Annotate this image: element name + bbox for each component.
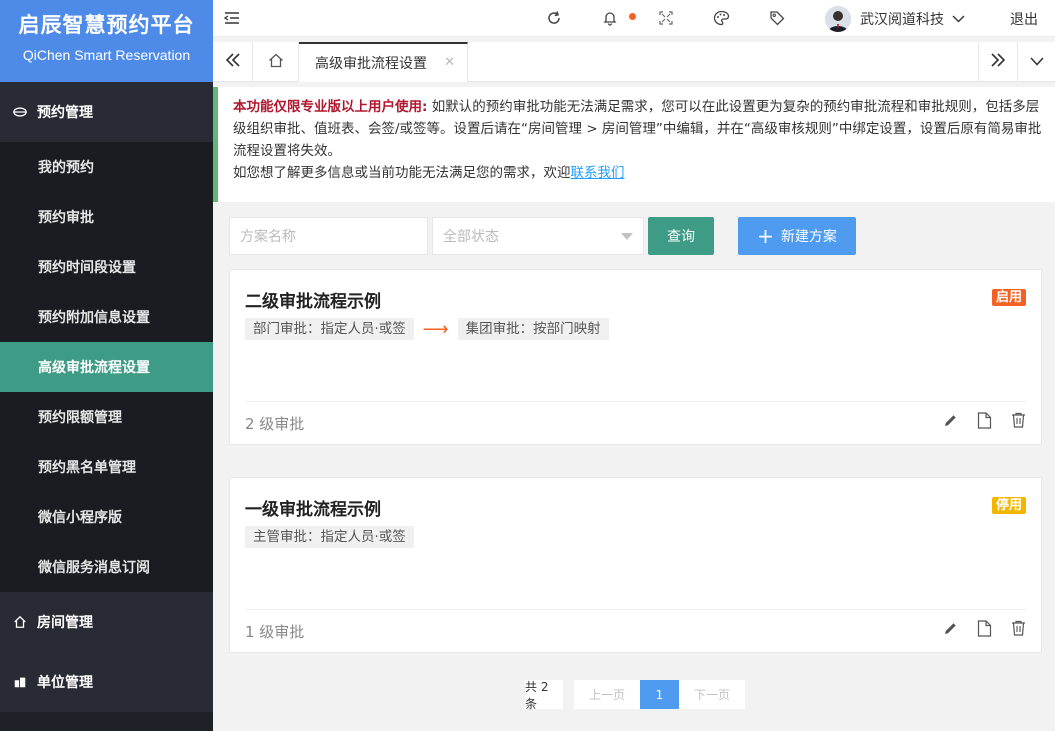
page-1-button[interactable]: 1 <box>640 680 679 709</box>
approval-steps: 部门审批：指定人员·或签 ⟶ 集团审批：按部门映射 <box>245 318 609 340</box>
sidebar-group-room[interactable]: 房间管理 <box>0 592 213 652</box>
tab-home[interactable] <box>253 42 299 82</box>
chevron-down-icon <box>1029 54 1044 70</box>
divider <box>245 401 1026 402</box>
tag-icon[interactable] <box>768 9 786 27</box>
refresh-icon[interactable] <box>545 9 563 27</box>
double-chevron-right-icon <box>991 53 1006 71</box>
sidebar-item-wechat-subscribe[interactable]: 微信服务消息订阅 <box>0 542 213 592</box>
top-header: 武汉阅道科技 退出 <box>213 0 1055 37</box>
home-icon <box>268 53 284 72</box>
tab-label: 高级审批流程设置 <box>315 56 427 72</box>
next-page-button[interactable]: 下一页 <box>679 680 745 709</box>
new-plan-button[interactable]: + 新建方案 <box>738 217 856 255</box>
query-button[interactable]: 查询 <box>648 217 714 255</box>
notice-line2: 如您想了解更多信息或当前功能无法满足您的需求，欢迎 <box>233 165 571 181</box>
sidebar-group-unit[interactable]: 单位管理 <box>0 652 213 712</box>
eye-icon <box>12 104 28 120</box>
approval-level: 2 级审批 <box>245 415 305 433</box>
divider <box>245 609 1026 610</box>
copy-document-icon[interactable] <box>975 411 993 429</box>
sidebar-item-wechat-miniapp[interactable]: 微信小程序版 <box>0 492 213 542</box>
status-select[interactable]: 全部状态 <box>432 217 644 255</box>
notification-dot <box>629 13 636 20</box>
card-actions <box>925 619 1027 637</box>
sidebar-item-time-slots[interactable]: 预约时间段设置 <box>0 242 213 292</box>
double-chevron-left-icon <box>225 53 240 71</box>
copy-document-icon[interactable] <box>975 619 993 637</box>
avatar <box>825 6 851 32</box>
sidebar-item-extra-info[interactable]: 预约附加信息设置 <box>0 292 213 342</box>
user-name: 武汉阅道科技 <box>860 12 944 28</box>
card-title: 二级审批流程示例 <box>245 292 381 312</box>
fullscreen-icon[interactable] <box>657 9 675 27</box>
bell-icon[interactable] <box>601 9 619 27</box>
pro-notice: 本功能仅限专业版以上用户使用: 如默认的预约审批功能无法满足需求，您可以在此设置… <box>213 87 1055 202</box>
home-icon <box>12 614 28 630</box>
user-menu[interactable]: 武汉阅道科技 <box>825 6 965 32</box>
building-icon <box>12 674 28 690</box>
sidebar-item-blacklist[interactable]: 预约黑名单管理 <box>0 442 213 492</box>
edit-pencil-icon[interactable] <box>941 619 959 637</box>
sidebar-item-advanced-approval[interactable]: 高级审批流程设置 <box>0 342 213 392</box>
tab-scroll-right[interactable] <box>978 42 1018 82</box>
tab-options[interactable] <box>1018 42 1055 82</box>
logout-link[interactable]: 退出 <box>1010 9 1038 29</box>
sidebar-submenu: 我的预约 预约审批 预约时间段设置 预约附加信息设置 高级审批流程设置 预约限额… <box>0 142 213 592</box>
sidebar-item-approvals[interactable]: 预约审批 <box>0 192 213 242</box>
sidebar-group-label: 单位管理 <box>37 675 93 691</box>
brand-title: 启辰智慧预约平台 <box>18 13 195 37</box>
approval-step: 主管审批：指定人员·或签 <box>245 526 414 548</box>
approval-level: 1 级审批 <box>245 623 305 641</box>
approval-steps: 主管审批：指定人员·或签 <box>245 526 414 548</box>
trash-icon[interactable] <box>1009 411 1027 429</box>
plus-icon: + <box>757 224 774 248</box>
edit-pencil-icon[interactable] <box>941 411 959 429</box>
card-actions <box>925 411 1027 429</box>
status-badge: 停用 <box>991 497 1026 514</box>
sidebar-group-label: 房间管理 <box>37 615 93 631</box>
caret-down-icon <box>621 228 633 244</box>
plan-card: 一级审批流程示例 停用 主管审批：指定人员·或签 1 级审批 <box>229 477 1042 653</box>
close-icon[interactable]: ✕ <box>444 55 455 70</box>
collapse-menu-icon[interactable] <box>223 9 241 27</box>
plan-name-input[interactable]: 方案名称 <box>229 217 428 255</box>
status-badge: 启用 <box>991 289 1026 306</box>
sidebar-group-booking[interactable]: 预约管理 <box>0 82 213 142</box>
approval-step: 部门审批：指定人员·或签 <box>245 318 414 340</box>
approval-step: 集团审批：按部门映射 <box>457 318 609 340</box>
brand-subtitle: QiChen Smart Reservation <box>22 47 191 63</box>
prev-page-button[interactable]: 上一页 <box>574 680 640 709</box>
sidebar-item-quota[interactable]: 预约限额管理 <box>0 392 213 442</box>
chevron-down-icon <box>952 15 965 23</box>
tab-scroll-left[interactable] <box>213 42 253 82</box>
card-title: 一级审批流程示例 <box>245 500 381 520</box>
sidebar-group-label: 预约管理 <box>37 105 93 121</box>
palette-icon[interactable] <box>712 9 730 27</box>
plan-card: 二级审批流程示例 启用 部门审批：指定人员·或签 ⟶ 集团审批：按部门映射 2 … <box>229 269 1042 445</box>
contact-us-link[interactable]: 联系我们 <box>571 165 625 181</box>
notice-strong: 本功能仅限专业版以上用户使用: <box>233 99 428 115</box>
brand: 启辰智慧预约平台 QiChen Smart Reservation <box>0 0 213 82</box>
tab-advanced-approval[interactable]: 高级审批流程设置 ✕ <box>299 42 468 82</box>
new-plan-label: 新建方案 <box>780 229 837 245</box>
sidebar: 启辰智慧预约平台 QiChen Smart Reservation 预约管理 我… <box>0 0 213 731</box>
status-select-value: 全部状态 <box>443 229 499 245</box>
trash-icon[interactable] <box>1009 619 1027 637</box>
sidebar-item-my-bookings[interactable]: 我的预约 <box>0 142 213 192</box>
pagination-total: 共 2 条 <box>525 680 563 711</box>
arrow-right-icon: ⟶ <box>422 318 449 340</box>
tab-bar: 高级审批流程设置 ✕ <box>213 42 1055 82</box>
